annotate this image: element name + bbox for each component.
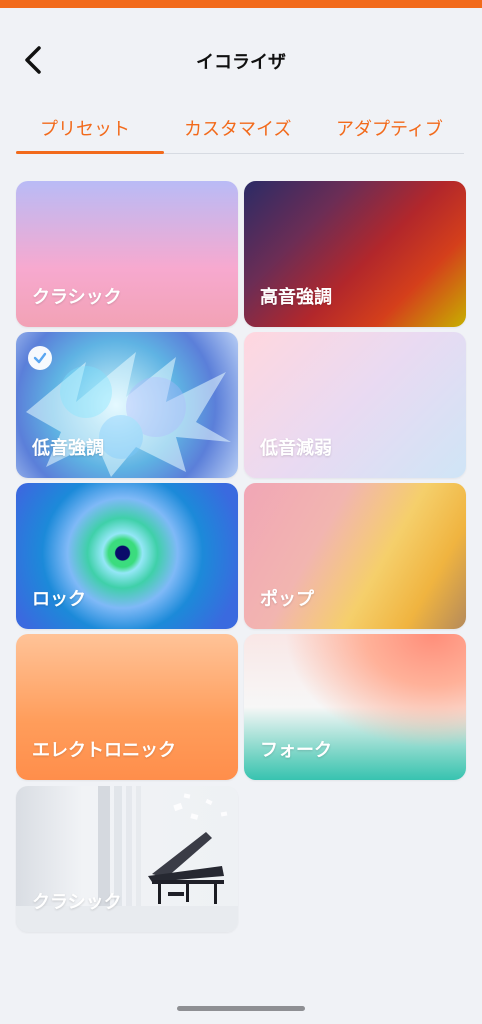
tab-adaptive[interactable]: アダプティブ (336, 115, 443, 141)
header: イコライザ (0, 30, 482, 90)
selected-check-icon (28, 346, 52, 370)
preset-card-classic[interactable]: クラシック (16, 181, 238, 327)
tab-customize[interactable]: カスタマイズ (184, 115, 291, 141)
check-icon (33, 352, 47, 364)
preset-label: クラシック (32, 287, 122, 308)
top-accent-bar (0, 0, 482, 8)
preset-card-bass-boost[interactable]: 低音強調 (16, 332, 238, 478)
preset-card-bass-reduce[interactable]: 低音減弱 (244, 332, 466, 478)
preset-label: フォーク (260, 740, 332, 761)
preset-card-pop[interactable]: ポップ (244, 483, 466, 629)
preset-label: ポップ (260, 589, 314, 610)
preset-card-electronic[interactable]: エレクトロニック (16, 634, 238, 780)
preset-label: エレクトロニック (32, 740, 176, 761)
tab-bar: プリセット カスタマイズ アダプティブ (16, 105, 464, 155)
preset-label: 高音強調 (260, 287, 332, 308)
preset-label: クラシック (32, 892, 122, 913)
preset-label: 低音減弱 (260, 438, 332, 459)
home-indicator (177, 1006, 305, 1011)
preset-card-classical-piano[interactable]: クラシック (16, 786, 238, 932)
preset-card-folk[interactable]: フォーク (244, 634, 466, 780)
tab-presets[interactable]: プリセット (40, 115, 130, 141)
page-title: イコライザ (196, 52, 286, 73)
preset-label: ロック (32, 589, 86, 610)
active-tab-indicator (16, 151, 164, 154)
piano-icon (148, 832, 224, 904)
preset-label: 低音強調 (32, 438, 104, 459)
preset-card-rock[interactable]: ロック (16, 483, 238, 629)
preset-card-treble-boost[interactable]: 高音強調 (244, 181, 466, 327)
